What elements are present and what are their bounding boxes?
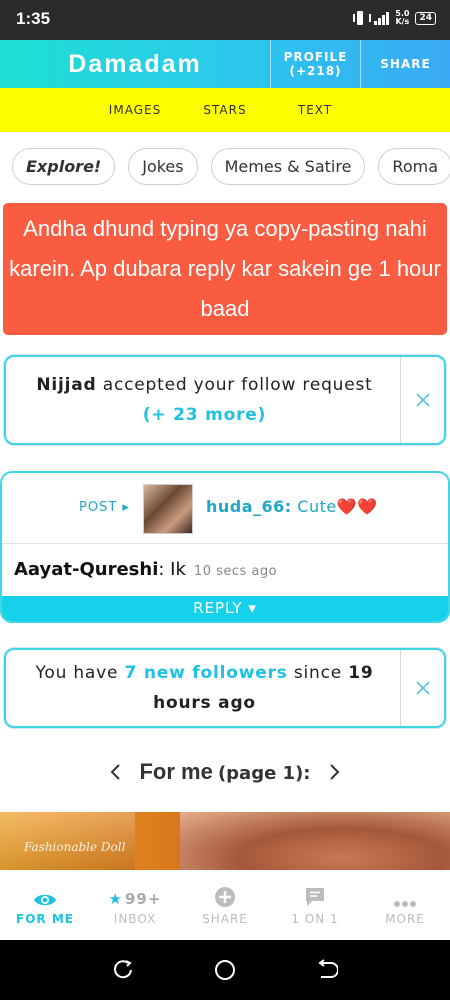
post-caption[interactable]: huda_66: Cute❤️❤️ — [206, 497, 378, 516]
recents-icon[interactable] — [112, 959, 134, 981]
followers-hours: 19 — [348, 663, 374, 683]
more-icon — [394, 901, 416, 907]
nav-one-on-one-label: 1 ON 1 — [291, 912, 339, 926]
reply-button[interactable]: REPLY ▾ — [2, 596, 448, 621]
share-label: SHARE — [380, 57, 431, 71]
post-activity-card: POST ▸ huda_66: Cute❤️❤️ Aayat-Qureshi: … — [0, 471, 450, 623]
brand-logo[interactable]: Damadam — [0, 40, 270, 88]
nav-one-on-one[interactable]: 1 ON 1 — [270, 870, 360, 938]
nav-inbox-label: INBOX — [113, 912, 157, 926]
follow-notification-text: Nijjad accepted your follow request (+ 2… — [6, 357, 403, 443]
page-title: For me — [139, 759, 213, 784]
followers-suffix: hours ago — [153, 693, 256, 713]
eye-icon — [34, 894, 56, 906]
comment-time: 10 secs ago — [193, 564, 278, 579]
battery-icon: 24 — [415, 11, 436, 25]
dismiss-follow-button[interactable] — [400, 357, 444, 443]
profile-count: (+218) — [289, 64, 342, 78]
post-author: huda_66: — [206, 497, 292, 516]
post-text: Cute❤️❤️ — [297, 497, 378, 516]
new-followers-link[interactable]: 7 new followers — [125, 663, 288, 683]
follow-notification-card[interactable]: Nijjad accepted your follow request (+ 2… — [4, 355, 446, 445]
post-tag: POST ▸ — [79, 500, 130, 515]
share-button[interactable]: SHARE — [360, 40, 450, 88]
tab-text[interactable]: TEXT — [270, 88, 360, 132]
tab-images[interactable]: IMAGES — [90, 88, 180, 132]
dismiss-followers-button[interactable] — [400, 650, 444, 726]
chat-icon — [306, 888, 324, 906]
close-icon — [415, 393, 430, 407]
network-speed: 5.0 K/s — [395, 9, 410, 26]
chip-explore[interactable]: Explore! — [12, 148, 116, 185]
profile-button[interactable]: PROFILE (+218) — [270, 40, 360, 88]
tab-stars[interactable]: STARS — [180, 88, 270, 132]
post-thumbnail[interactable] — [143, 484, 193, 534]
nav-more-label: MORE — [385, 912, 425, 926]
profile-label: PROFILE — [283, 50, 348, 64]
comment-row: Aayat-Qureshi: Ik 10 secs ago — [14, 559, 277, 580]
signal-icon — [374, 11, 390, 25]
nav-inbox[interactable]: ★ 99+ INBOX — [90, 870, 180, 938]
comment-text: : Ik — [158, 559, 186, 580]
warning-banner: Andha dhund typing ya copy-pasting nahi … — [3, 203, 447, 335]
feed-pager: For me (page 1): — [0, 755, 450, 789]
nav-for-me[interactable]: FOR ME — [0, 870, 90, 938]
bottom-nav: FOR ME ★ 99+ INBOX SHARE 1 ON 1 MORE — [0, 870, 450, 938]
page-number: (page 1): — [217, 763, 311, 784]
follow-text: accepted your follow request — [102, 375, 373, 395]
star-icon: ★ — [108, 890, 123, 908]
chip-romance[interactable]: Roma — [378, 148, 450, 185]
back-icon[interactable] — [316, 959, 338, 981]
preview-photo — [180, 812, 450, 870]
vibrate-icon — [352, 11, 372, 25]
followers-prefix: You have — [35, 663, 119, 683]
chevron-left-icon[interactable] — [109, 763, 123, 781]
chip-jokes[interactable]: Jokes — [128, 148, 198, 185]
home-icon[interactable] — [214, 959, 236, 981]
section-tabs: IMAGES STARS TEXT — [0, 88, 450, 132]
followers-notification-card[interactable]: You have 7 new followers since 19 hours … — [4, 648, 446, 728]
status-bar: 1:35 5.0 K/s 24 — [0, 0, 450, 40]
follow-more-link[interactable]: (+ 23 more) — [143, 405, 266, 425]
nav-share[interactable]: SHARE — [180, 870, 270, 938]
follower-name[interactable]: Nijjad — [36, 375, 96, 395]
followers-notification-text: You have 7 new followers since 19 hours … — [6, 650, 403, 726]
inbox-badge: 99+ — [125, 890, 162, 908]
nav-share-label: SHARE — [202, 912, 248, 926]
plus-circle-icon — [215, 887, 235, 907]
chip-memes-satire[interactable]: Memes & Satire — [210, 148, 366, 185]
feed-image-preview[interactable]: Fashionable Doll — [0, 812, 450, 870]
nav-more[interactable]: MORE — [360, 870, 450, 938]
status-icons: 5.0 K/s 24 — [352, 10, 436, 26]
topic-chips: Explore! Jokes Memes & Satire Roma — [12, 148, 450, 185]
chevron-right-icon[interactable] — [327, 763, 341, 781]
followers-middle: since — [293, 663, 343, 683]
status-time: 1:35 — [16, 9, 51, 28]
post-header[interactable]: POST ▸ huda_66: Cute❤️❤️ — [2, 473, 448, 544]
commenter-name[interactable]: Aayat-Qureshi — [14, 559, 158, 580]
system-nav-bar — [0, 940, 450, 1000]
nav-for-me-label: FOR ME — [16, 912, 74, 926]
preview-watermark: Fashionable Doll — [24, 840, 126, 854]
app-header: Damadam PROFILE (+218) SHARE — [0, 40, 450, 88]
close-icon — [415, 681, 430, 695]
